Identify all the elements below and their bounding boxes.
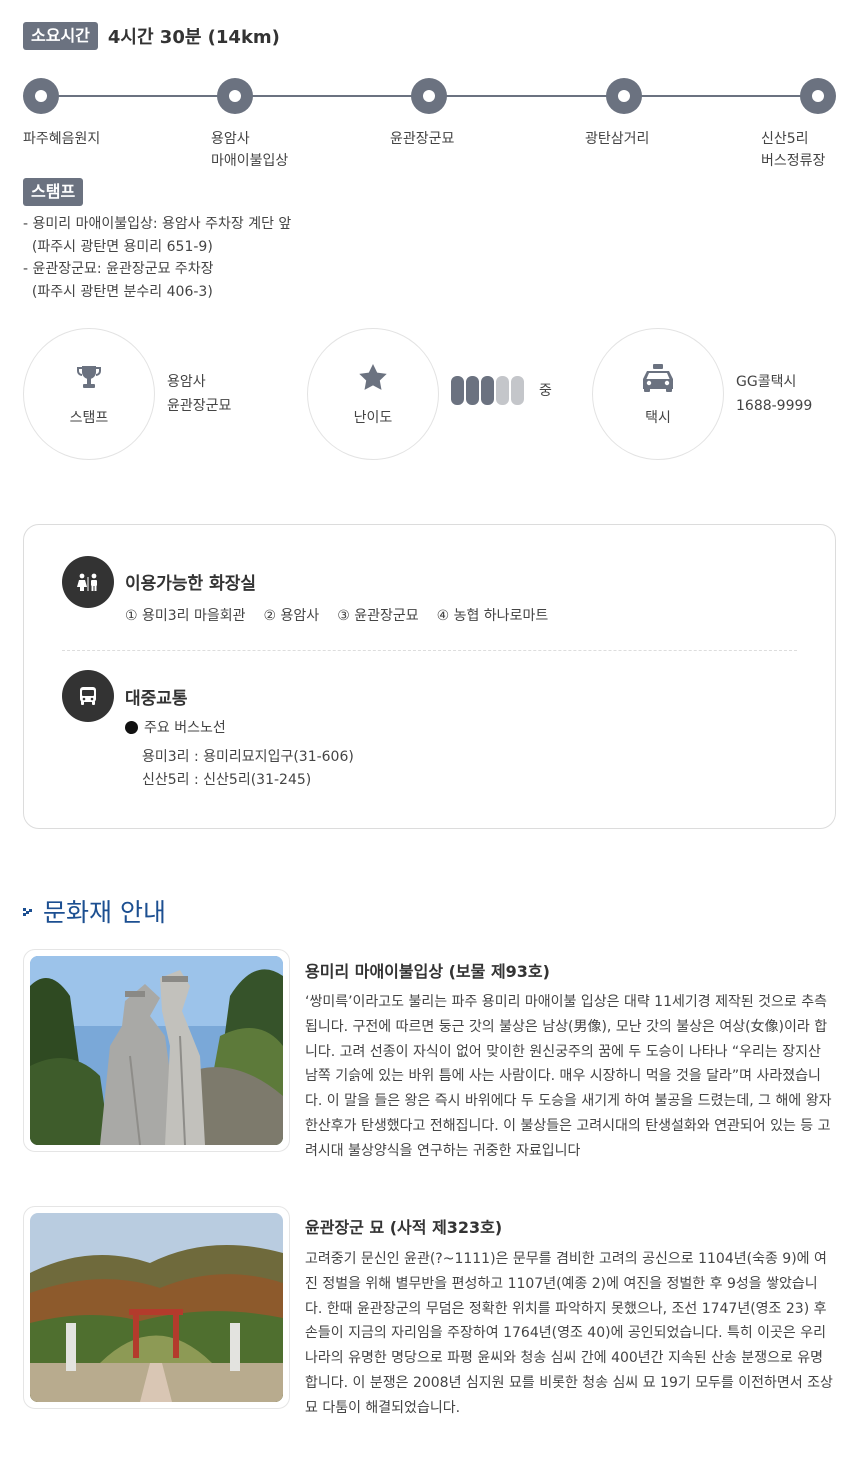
route-stop-label: 용암사 마애이불입상	[211, 131, 289, 169]
difficulty-bar	[451, 376, 464, 405]
heritage-title: 문화재 안내	[43, 898, 166, 927]
route-stop-label: 파주혜음원지	[23, 131, 101, 147]
difficulty-bar	[466, 376, 479, 405]
route-stop-dot	[800, 78, 836, 114]
route-stop-label: 광탄삼거리	[585, 131, 650, 147]
stamp-place: 용암사	[167, 374, 206, 390]
trophy-icon	[75, 363, 103, 395]
toilet-title: 이용가능한 화장실	[125, 574, 257, 594]
taxi-company: GG콜택시	[736, 374, 797, 390]
route-timeline: 파주혜음원지 용암사 마애이불입상 윤관장군묘 광탄삼거리 신산5리 버스정류장	[23, 78, 836, 178]
toilet-list: ① 용미3리 마을회관 ② 용암사 ③ 윤관장군묘 ④ 농협 하나로마트	[125, 605, 548, 625]
route-stop-dot	[411, 78, 447, 114]
facility-divider	[62, 650, 797, 651]
heritage-heading: 문화재 안내	[23, 893, 166, 929]
difficulty-value: 중	[539, 383, 552, 399]
stamp-place: 윤관장군묘	[167, 398, 232, 414]
route-stop-dot	[217, 78, 253, 114]
toilet-item: ② 용암사	[263, 608, 320, 624]
taxi-phone[interactable]: 1688-9999	[736, 394, 812, 418]
duration-row: 소요시간 4시간 30분 (14km)	[23, 22, 280, 50]
bus-route-item: 신산5리 : 신산5리(31-245)	[142, 772, 312, 788]
heading-bullet-icon	[23, 902, 33, 921]
difficulty-info-circle: 난이도	[307, 328, 439, 460]
taxi-info-text: GG콜택시 1688-9999	[736, 370, 812, 418]
bus-icon	[62, 670, 114, 722]
stamp-locations: - 용미리 마애이불입상: 용암사 주차장 계단 앞 (파주시 광탄면 용미리 …	[23, 213, 291, 303]
transit-title: 대중교통	[125, 689, 188, 709]
toilet-item: ④ 농협 하나로마트	[436, 608, 549, 624]
heritage-item-title: 용미리 마애이불입상 (보물 제93호)	[305, 962, 550, 981]
heritage-item-desc: ‘쌍미륵’이라고도 불리는 파주 용미리 마애이불 입상은 대략 11세기경 제…	[305, 994, 832, 1159]
stamp-badge: 스탬프	[23, 178, 84, 206]
toilet-item: ① 용미3리 마을회관	[125, 608, 246, 624]
heritage-item-desc: 고려중기 문신인 윤관(?~1111)은 문무를 겸비한 고려의 공신으로 11…	[305, 1251, 833, 1416]
bus-route-item: 용미3리 : 용미리묘지입구(31-606)	[142, 749, 354, 765]
difficulty-meter	[451, 376, 524, 405]
taxi-icon	[640, 363, 676, 397]
stamp-line: - 윤관장군묘: 윤관장군묘 주차장	[23, 261, 214, 277]
duration-badge: 소요시간	[23, 22, 98, 50]
route-stop-dot	[23, 78, 59, 114]
difficulty-label: 난이도	[353, 410, 393, 426]
taxi-info-circle: 택시	[592, 328, 724, 460]
route-stop-label: 윤관장군묘	[390, 131, 455, 147]
heritage-item-title: 윤관장군 묘 (사적 제323호)	[305, 1218, 503, 1237]
difficulty-bar	[481, 376, 494, 405]
route-stop-dot	[606, 78, 642, 114]
route-stop-label: 신산5리 버스정류장	[761, 131, 826, 169]
bus-route-list: 용미3리 : 용미리묘지입구(31-606) 신산5리 : 신산5리(31-24…	[142, 746, 354, 792]
difficulty-bar	[496, 376, 509, 405]
buddha-statue-photo	[23, 949, 290, 1152]
star-icon	[358, 363, 388, 395]
toilet-item: ③ 윤관장군묘	[337, 608, 419, 624]
taxi-label: 택시	[645, 410, 671, 426]
difficulty-bar	[511, 376, 524, 405]
stamp-line: (파주시 광탄면 분수리 406-3)	[23, 283, 213, 300]
tomb-photo	[23, 1206, 290, 1409]
bus-route-heading: 주요 버스노선	[125, 717, 226, 737]
bus-route-subtitle: 주요 버스노선	[144, 720, 226, 736]
stamp-info-text: 용암사 윤관장군묘	[167, 370, 231, 418]
duration-value: 4시간 30분 (14km)	[107, 27, 280, 48]
stamp-line: (파주시 광탄면 용미리 651-9)	[23, 238, 213, 255]
restroom-icon	[62, 556, 114, 608]
bullet-icon	[125, 720, 138, 734]
stamp-info-label: 스탬프	[69, 410, 109, 426]
facility-box: 이용가능한 화장실 ① 용미3리 마을회관 ② 용암사 ③ 윤관장군묘 ④ 농협…	[23, 524, 836, 829]
stamp-line: - 용미리 마애이불입상: 용암사 주차장 계단 앞	[23, 216, 292, 232]
stamp-info-circle: 스탬프	[23, 328, 155, 460]
